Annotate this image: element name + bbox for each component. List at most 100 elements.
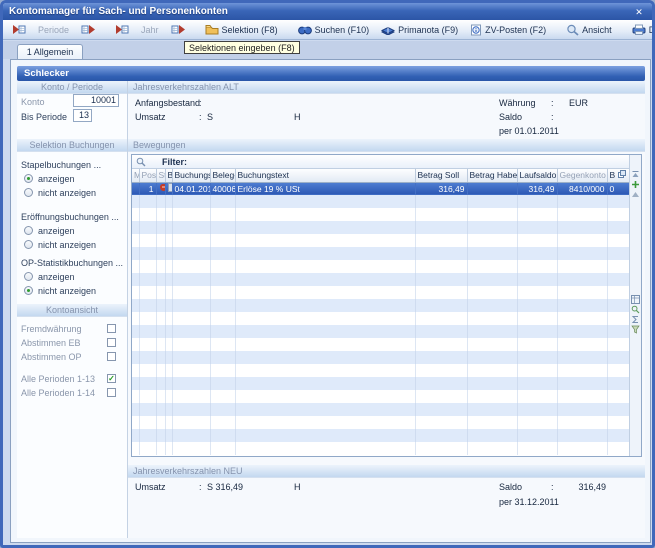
eroeffnung-anzeigen-radio[interactable] — [24, 226, 33, 235]
scroll-top-icon[interactable] — [631, 169, 641, 179]
page-icon — [168, 183, 173, 192]
left-panel: Konto / Periode Konto 10001 Bis Periode … — [17, 81, 128, 538]
filter-label: Filter: — [162, 157, 187, 167]
op-statistik-label: OP-Statistikbuchungen ... — [21, 258, 123, 268]
eroeffnung-nicht-anzeigen-label: nicht anzeigen — [38, 240, 96, 250]
alt-per-date: per 01.01.2011 — [499, 126, 559, 136]
zv-posten-button[interactable]: ZV-Posten (F2) — [465, 21, 551, 38]
search-grid-icon[interactable] — [631, 304, 641, 314]
section-jvz-alt: Jahresverkehrszahlen ALT — [128, 81, 645, 94]
book-icon — [381, 24, 395, 35]
add-row-icon[interactable] — [631, 179, 641, 189]
filter-funnel-icon[interactable] — [631, 324, 641, 334]
section-bewegungen: Bewegungen — [128, 139, 645, 152]
col-betrag-haben[interactable]: Betrag Haben — [467, 169, 517, 182]
eroeffnung-nicht-anzeigen-radio[interactable] — [24, 240, 33, 249]
empty-row[interactable] — [132, 273, 629, 286]
empty-row[interactable] — [132, 364, 629, 377]
col-betrag-soll[interactable]: Betrag Soll — [415, 169, 467, 182]
neu-umsatz-haben-tag: H — [294, 482, 301, 492]
primanota-button[interactable]: Primanota (F9) — [376, 21, 463, 38]
bis-periode-input[interactable]: 13 — [73, 109, 92, 122]
jahr-prev-button[interactable] — [110, 21, 134, 38]
suchen-button[interactable]: Suchen (F10) — [293, 21, 375, 38]
periode-next-button[interactable] — [76, 21, 100, 38]
col-b2[interactable]: B — [607, 169, 629, 182]
waehrung-value: EUR — [569, 98, 588, 108]
tab-allgemein[interactable]: 1 Allgemein — [17, 44, 83, 59]
neu-saldo-value: 316,49 — [536, 482, 606, 492]
section-konto-periode: Konto / Periode — [17, 81, 127, 94]
scroll-up-icon[interactable] — [631, 189, 641, 199]
filter-magnifier-icon — [136, 157, 146, 167]
grid-view-icon[interactable] — [631, 294, 641, 304]
fremdwaehrung-checkbox[interactable] — [107, 324, 116, 333]
empty-row[interactable] — [132, 403, 629, 416]
op-nicht-anzeigen-radio[interactable] — [24, 286, 33, 295]
empty-row[interactable] — [132, 325, 629, 338]
empty-row[interactable] — [132, 390, 629, 403]
cell-st — [156, 182, 165, 195]
op-nicht-anzeigen-label: nicht anzeigen — [38, 286, 96, 296]
fremdwaehrung-label: Fremdwährung — [21, 324, 82, 334]
bookings-table: M Pos.-Nr St B Buchungsdatum Beleg-Nr. B… — [132, 169, 630, 455]
alle-perioden-13-checkbox[interactable] — [107, 374, 116, 383]
jahr-next-button[interactable] — [166, 21, 190, 38]
empty-row[interactable] — [132, 195, 629, 208]
col-b[interactable]: B — [165, 169, 172, 182]
col-buchungstext[interactable]: Buchungstext — [235, 169, 415, 182]
col-pos-nr[interactable]: Pos.-Nr — [139, 169, 156, 182]
stapel-nicht-anzeigen-radio[interactable] — [24, 188, 33, 197]
empty-row[interactable] — [132, 429, 629, 442]
cell-laufsaldo: 316,49 — [517, 182, 557, 195]
abstimmen-op-checkbox[interactable] — [107, 352, 116, 361]
col-m[interactable]: M — [132, 169, 139, 182]
arrow-right-grid-icon — [171, 24, 185, 35]
abstimmen-op-label: Abstimmen OP — [21, 352, 82, 362]
empty-row[interactable] — [132, 351, 629, 364]
grid-header-row[interactable]: M Pos.-Nr St B Buchungsdatum Beleg-Nr. B… — [132, 169, 629, 182]
booking-row-selected[interactable]: 1 04.01.2011 /Di 40006228 Erlöse 19 % US… — [132, 182, 629, 195]
sum-icon[interactable] — [631, 314, 641, 324]
grid-filter-row[interactable]: Filter: — [132, 155, 629, 169]
abstimmen-eb-checkbox[interactable] — [107, 338, 116, 347]
eroeffnungsbuchungen-label: Eröffnungsbuchungen ... — [21, 212, 119, 222]
empty-row[interactable] — [132, 286, 629, 299]
empty-row[interactable] — [132, 442, 629, 455]
empty-row[interactable] — [132, 247, 629, 260]
cell-beleg: 40006228 — [210, 182, 235, 195]
drucken-button[interactable]: Drucken — [627, 21, 655, 38]
col-gegenkonto[interactable]: Gegenkonto — [557, 169, 607, 182]
stapel-anzeigen-radio[interactable] — [24, 174, 33, 183]
col-buchungsdatum[interactable]: Buchungsdatum — [172, 169, 210, 182]
close-icon[interactable]: ✕ — [632, 6, 646, 18]
ansicht-button[interactable]: Ansicht — [561, 21, 617, 38]
selektion-label: Selektion (F8) — [222, 25, 278, 35]
col-st[interactable]: St — [156, 169, 165, 182]
column-chooser-icon[interactable] — [618, 170, 626, 178]
colon: : — [551, 112, 554, 122]
col-beleg-nr[interactable]: Beleg-Nr. — [210, 169, 235, 182]
selektion-button[interactable]: Selektion (F8) — [200, 21, 283, 38]
empty-row[interactable] — [132, 312, 629, 325]
abstimmen-eb-label: Abstimmen EB — [21, 338, 81, 348]
section-selektion-buchungen: Selektion Buchungen — [17, 139, 127, 152]
empty-row[interactable] — [132, 208, 629, 221]
cell-datum: 04.01.2011 /Di — [172, 182, 210, 195]
empty-row[interactable] — [132, 416, 629, 429]
cell-gegenkonto: 8410/000 — [557, 182, 607, 195]
right-panel: Jahresverkehrszahlen ALT Anfangsbestand … — [128, 81, 645, 538]
empty-row[interactable] — [132, 338, 629, 351]
empty-row[interactable] — [132, 377, 629, 390]
alle-perioden-14-checkbox[interactable] — [107, 388, 116, 397]
cell-soll: 316,49 — [415, 182, 467, 195]
col-laufsaldo[interactable]: Laufsaldo — [517, 169, 557, 182]
empty-row[interactable] — [132, 260, 629, 273]
empty-row[interactable] — [132, 299, 629, 312]
periode-prev-button[interactable] — [7, 21, 31, 38]
op-anzeigen-radio[interactable] — [24, 272, 33, 281]
anfangsbestand-label: Anfangsbestand — [135, 98, 200, 108]
konto-input[interactable]: 10001 — [73, 94, 119, 107]
empty-row[interactable] — [132, 234, 629, 247]
empty-row[interactable] — [132, 221, 629, 234]
